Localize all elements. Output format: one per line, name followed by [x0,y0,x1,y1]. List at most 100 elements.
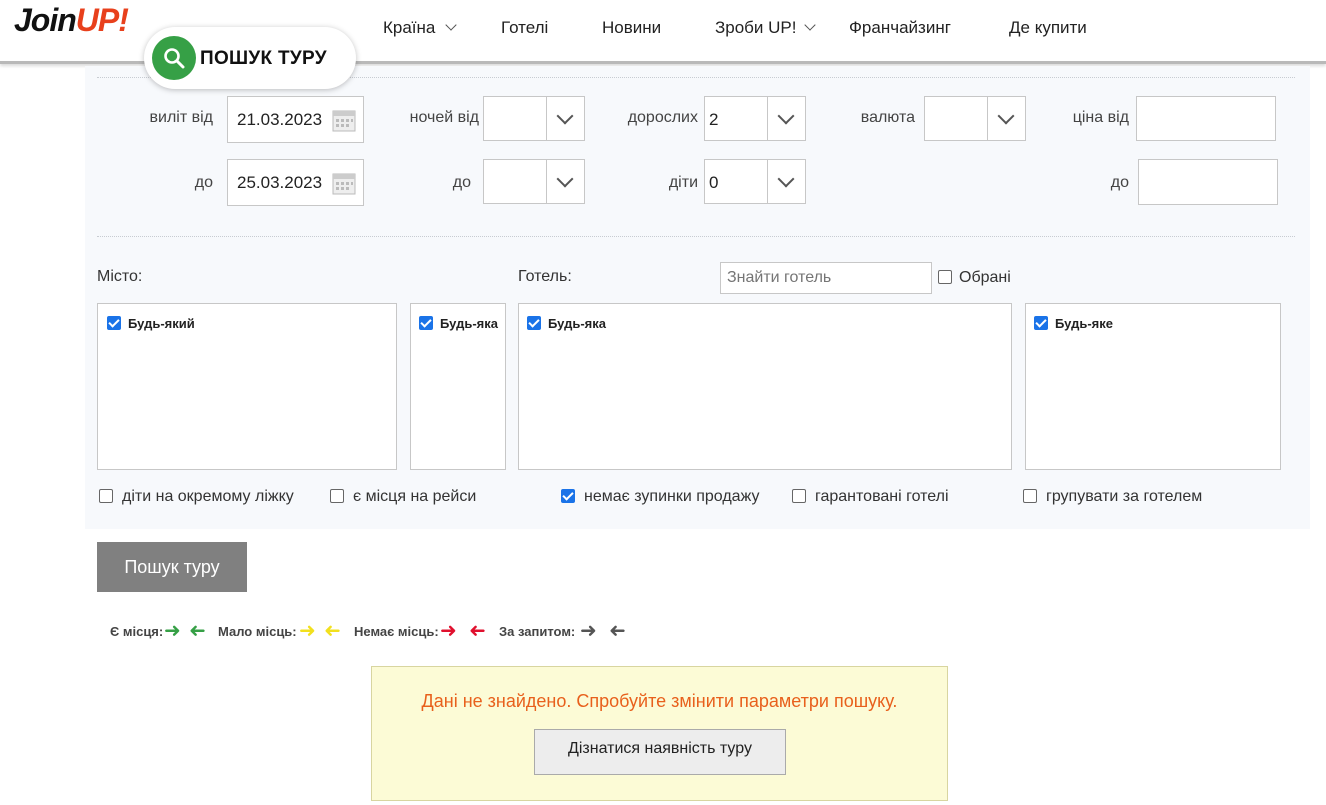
arrow-left-icon: ➜ [324,620,341,642]
departure-from-value: 21.03.2023 [237,110,323,129]
no-stop-sale-label: немає зупинки продажу [584,488,760,505]
list-item[interactable]: Будь-яка [419,316,498,331]
chevron-down-icon [546,160,584,203]
divider [97,236,1295,237]
chevron-down-icon [767,97,805,140]
meal-any-label: Будь-яке [1055,316,1113,331]
checkbox[interactable] [330,489,344,503]
nav-where-to-buy-label: Де купити [1009,18,1087,37]
arrow-right-icon: ➜ [440,620,457,642]
nav-franchising-label: Франчайзинг [849,18,951,37]
hotel-list[interactable]: Будь-яка [518,303,1012,470]
departure-from-label: виліт від [149,109,214,126]
children-select[interactable]: 0 [704,159,806,204]
checkbox[interactable] [99,489,113,503]
nav-country-label: Країна [383,18,436,37]
price-from-label: ціна від [1072,109,1129,126]
seats-on-flights-label: є місця на рейси [353,488,477,505]
logo-join-text: Join [14,2,77,38]
nav-hotels[interactable]: Готелі [501,18,548,38]
price-to-label: до [1110,174,1129,191]
logo-up-text: UP! [75,2,129,38]
category-list[interactable]: Будь-яка [410,303,506,470]
city-label: Місто: [97,268,143,285]
nights-to-label: до [452,174,471,191]
departure-to-label: до [194,174,213,191]
no-stop-sale-option[interactable]: немає зупинки продажу [561,488,759,506]
legend-request-label: За запитом: [499,624,576,639]
search-tour-button[interactable]: Пошук туру [97,542,247,592]
nights-from-select[interactable] [483,96,585,141]
price-to-input[interactable] [1138,159,1278,205]
adults-value: 2 [709,110,719,129]
no-results-message: Дані не знайдено. Спробуйте змінити пара… [421,691,898,711]
category-any-label: Будь-яка [440,316,498,331]
checkbox[interactable] [561,489,575,503]
legend-few-label: Мало місць: [218,624,297,639]
arrow-left-icon: ➜ [469,620,486,642]
adults-label: дорослих [627,109,698,126]
check-availability-button[interactable]: Дізнатися наявність туру [534,729,786,775]
currency-label: валюта [860,109,915,126]
nights-to-select[interactable] [483,159,585,204]
arrow-right-icon: ➜ [164,620,181,642]
arrow-left-icon: ➜ [609,620,626,642]
meal-list[interactable]: Будь-яке [1025,303,1281,470]
legend-available-label: Є місця: [110,624,164,639]
chevron-down-icon [445,19,458,31]
hotel-any-label: Будь-яка [548,316,606,331]
nav-news[interactable]: Новини [602,18,661,38]
calendar-icon[interactable] [332,171,356,195]
nav-news-label: Новини [602,18,662,37]
departure-from-input[interactable]: 21.03.2023 [227,96,364,143]
list-item[interactable]: Будь-яке [1034,316,1113,331]
departure-to-input[interactable]: 25.03.2023 [227,159,364,206]
checkbox[interactable] [1034,316,1048,330]
checkbox[interactable] [792,489,806,503]
checkbox[interactable] [419,316,433,330]
guaranteed-hotels-option[interactable]: гарантовані готелі [792,488,949,506]
checkbox[interactable] [938,270,952,284]
departure-to-value: 25.03.2023 [237,173,323,192]
price-from-input[interactable] [1136,96,1276,141]
nav-where-to-buy[interactable]: Де купити [1009,18,1087,38]
joinup-logo[interactable]: JoinUP! [14,2,129,39]
seats-on-flights-option[interactable]: є місця на рейси [330,488,476,506]
nav-country[interactable]: Країна [383,18,458,38]
city-any-label: Будь-який [128,316,195,331]
nav-franchising[interactable]: Франчайзинг [849,18,951,38]
separate-bed-label: діти на окремому ліжку [122,488,294,505]
calendar-icon[interactable] [332,108,356,132]
search-icon [152,36,196,80]
chevron-down-icon [546,97,584,140]
hotel-search-input[interactable] [720,262,932,294]
tour-search-label: ПОШУК ТУРУ [200,48,327,69]
favorites-checkbox[interactable]: Обрані [938,269,1011,287]
chevron-down-icon [804,19,817,31]
guaranteed-hotels-label: гарантовані готелі [815,488,949,505]
nights-from-label: ночей від [409,109,479,126]
tour-search-pill[interactable]: ПОШУК ТУРУ [144,27,356,89]
nav-make-up[interactable]: Зроби UP! [715,18,817,38]
city-list[interactable]: Будь-який [97,303,397,470]
adults-select[interactable]: 2 [704,96,806,141]
chevron-down-icon [987,97,1025,140]
checkbox[interactable] [527,316,541,330]
currency-select[interactable] [924,96,1026,141]
children-value: 0 [709,173,719,192]
arrow-left-icon: ➜ [189,620,206,642]
arrow-right-icon: ➜ [299,620,316,642]
chevron-down-icon [767,160,805,203]
nav-hotels-label: Готелі [501,18,549,37]
favorites-label: Обрані [959,269,1011,286]
hotel-label: Готель: [518,268,572,285]
checkbox[interactable] [1023,489,1037,503]
list-item[interactable]: Будь-яка [527,316,606,331]
list-item[interactable]: Будь-який [107,316,195,331]
group-by-hotel-label: групувати за готелем [1046,488,1203,505]
nav-make-up-label: Зроби UP! [715,18,797,37]
checkbox[interactable] [107,316,121,330]
no-results-notice: Дані не знайдено. Спробуйте змінити пара… [371,666,948,801]
separate-bed-option[interactable]: діти на окремому ліжку [99,488,294,506]
group-by-hotel-option[interactable]: групувати за готелем [1023,488,1202,506]
